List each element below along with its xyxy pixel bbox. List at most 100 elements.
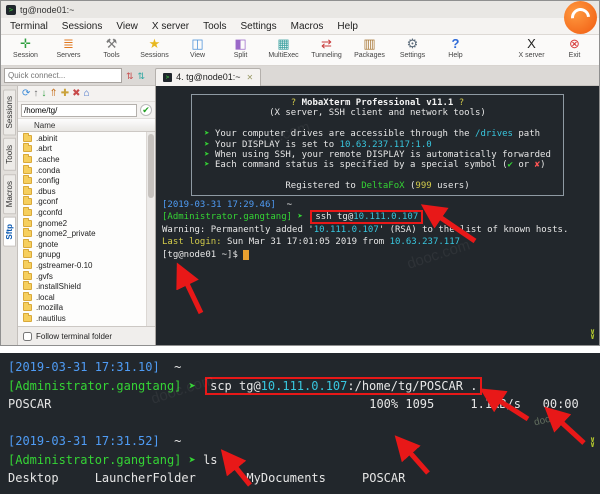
sidebar-tab-macros[interactable]: Macros <box>3 174 16 214</box>
file-item[interactable]: .gvfs <box>23 271 155 282</box>
file-item[interactable]: .local <box>23 292 155 303</box>
file-item[interactable]: .nautilus <box>23 313 155 324</box>
file-item[interactable]: .gconf <box>23 197 155 208</box>
terminal-text: 10.111.0.107 <box>353 212 418 222</box>
file-name: .installShield <box>36 282 81 291</box>
left-tab-strip: Sessions Tools Macros Sftp <box>1 86 18 345</box>
terminal-text: ) <box>540 160 545 170</box>
upload-icon[interactable]: ⇑ <box>49 88 57 100</box>
toolbar-button-x-server[interactable]: XX server <box>510 36 553 60</box>
toolbar-button-help[interactable]: ?Help <box>434 36 477 60</box>
file-item[interactable]: .config <box>23 175 155 186</box>
toolbar-button-view[interactable]: ◫View <box>176 36 219 60</box>
toolbar-button-exit[interactable]: ⊗Exit <box>553 36 596 60</box>
main-area: Sessions Tools Macros Sftp ⟳↑↓⇑ ✚✖ ⌂ ✔ Name .… <box>1 86 599 345</box>
multiexec-icon: ▦ <box>262 36 305 52</box>
menu-item-macros[interactable]: Macros <box>284 20 331 33</box>
chevron-down-icon: ∨ <box>590 442 595 447</box>
follow-terminal-checkbox[interactable] <box>23 332 32 341</box>
tab-strip: > 4. tg@node01:~ ✕ <box>155 66 596 86</box>
quick-connect-input[interactable] <box>4 68 122 83</box>
sftp-panel: ⟳↑↓⇑ ✚✖ ⌂ ✔ Name .abinit.abrt.cache.conda.… <box>18 86 156 345</box>
menu-item-x-server[interactable]: X server <box>145 20 196 33</box>
terminal-top[interactable]: dooc.com dooc.com ? MobaXterm Profession… <box>156 86 599 345</box>
file-item[interactable]: .gstreamer-0.10 <box>23 260 155 271</box>
folder-icon <box>23 145 32 152</box>
toolbar-button-label: Tools <box>90 52 133 60</box>
file-item[interactable]: .gnome2_private <box>23 228 155 239</box>
sidebar-tab-tools[interactable]: Tools <box>3 138 16 171</box>
menu-item-sessions[interactable]: Sessions <box>55 20 110 33</box>
toolbar-button-servers[interactable]: ≣Servers <box>47 36 90 60</box>
menu-item-help[interactable]: Help <box>330 20 365 33</box>
toolbar-button-split[interactable]: ◧Split <box>219 36 262 60</box>
terminal-text: /drives <box>475 129 513 139</box>
download-icon[interactable]: ↓ <box>41 88 46 100</box>
new-folder-icon[interactable]: ✚ <box>61 88 69 100</box>
sidebar-tab-sessions[interactable]: Sessions <box>3 89 16 135</box>
terminal-text: [Administrator.gangtang] <box>8 453 181 467</box>
file-item[interactable]: .gnome2 <box>23 218 155 229</box>
terminal-line <box>8 414 592 433</box>
file-item[interactable]: .abinit <box>23 133 155 144</box>
toolbar-button-sessions[interactable]: ★Sessions <box>133 36 176 60</box>
file-name: .abinit <box>36 134 57 143</box>
terminal-tab[interactable]: > 4. tg@node01:~ ✕ <box>155 68 261 86</box>
file-item[interactable]: .conda <box>23 165 155 176</box>
file-name: .cache <box>36 155 60 164</box>
toolbar-button-label: Help <box>434 52 477 60</box>
menu-item-tools[interactable]: Tools <box>196 20 233 33</box>
scrollbar-thumb[interactable] <box>148 134 154 198</box>
terminal-bottom[interactable]: dooc.com dooc [2019-03-31 17:31.10] ~[Ad… <box>0 353 600 494</box>
terminal-line: (X server, SSH client and network tools) <box>204 108 551 118</box>
toolbar-right-group: XX server⊗Exit <box>510 36 596 60</box>
file-item[interactable]: .mozilla <box>23 303 155 314</box>
menu-item-terminal[interactable]: Terminal <box>3 20 55 33</box>
path-input[interactable] <box>21 104 137 117</box>
sort-arrows-icon[interactable]: ⇅ <box>138 71 146 81</box>
toolbar-button-label: Settings <box>391 52 434 60</box>
file-name: .gconf <box>36 197 58 206</box>
home-icon[interactable]: ⌂ <box>84 88 90 100</box>
terminal-text: scp tg@ <box>210 379 261 393</box>
folder-icon <box>23 241 32 248</box>
terminal-line: ? MobaXterm Professional v11.1 ? <box>204 98 551 108</box>
toolbar-button-packages[interactable]: ▥Packages <box>348 36 391 60</box>
title-bar[interactable]: > tg@node01:~ <box>1 1 599 18</box>
up-folder-icon[interactable]: ↑ <box>33 88 38 100</box>
file-item[interactable]: .gnupg <box>23 250 155 261</box>
file-item[interactable]: .gconfd <box>23 207 155 218</box>
help-icon: ? <box>434 36 477 52</box>
delete-icon[interactable]: ✖ <box>72 88 80 100</box>
mobaxterm-window: > tg@node01:~ TerminalSessionsViewX serv… <box>0 0 600 346</box>
path-go-button[interactable]: ✔ <box>140 104 152 116</box>
menu-item-view[interactable]: View <box>109 20 145 33</box>
tab-close-icon[interactable]: ✕ <box>247 73 254 82</box>
scroll-popup-icon[interactable]: ∨ ∨ <box>590 437 595 447</box>
refresh-icon[interactable]: ⟳ <box>22 88 30 100</box>
file-item[interactable]: .cache <box>23 154 155 165</box>
terminal-line: Registered to DeltaFoX (999 users) <box>204 181 551 191</box>
terminal-bottom-output: [2019-03-31 17:31.10] ~[Administrator.ga… <box>8 358 592 488</box>
folder-icon <box>23 273 32 280</box>
toolbar-button-settings[interactable]: ⚙Settings <box>391 36 434 60</box>
toolbar-button-multiexec[interactable]: ▦MultiExec <box>262 36 305 60</box>
annotation-highlight-box: ssh tg@10.111.0.107 <box>310 210 423 224</box>
sidebar-tab-sftp[interactable]: Sftp <box>3 217 16 247</box>
file-item[interactable]: .dbus <box>23 186 155 197</box>
app-icon: > <box>6 5 16 15</box>
menu-bar: TerminalSessionsViewX serverToolsSetting… <box>1 18 599 35</box>
x-server-icon: X <box>510 36 553 52</box>
scroll-popup-icon[interactable]: ∨ ∨ <box>590 329 595 339</box>
terminal-text: ls <box>196 453 218 467</box>
file-item[interactable]: .abrt <box>23 144 155 155</box>
toolbar-button-tunneling[interactable]: ⇄Tunneling <box>305 36 348 60</box>
file-item[interactable]: .gnote <box>23 239 155 250</box>
file-column-header[interactable]: Name <box>18 119 155 132</box>
file-item[interactable]: .installShield <box>23 281 155 292</box>
menu-item-settings[interactable]: Settings <box>233 20 283 33</box>
updown-arrows-icon[interactable]: ⇅ <box>126 71 134 81</box>
toolbar-button-session[interactable]: ✛Session <box>4 36 47 60</box>
settings-icon: ⚙ <box>391 36 434 52</box>
toolbar-button-tools[interactable]: ⚒Tools <box>90 36 133 60</box>
